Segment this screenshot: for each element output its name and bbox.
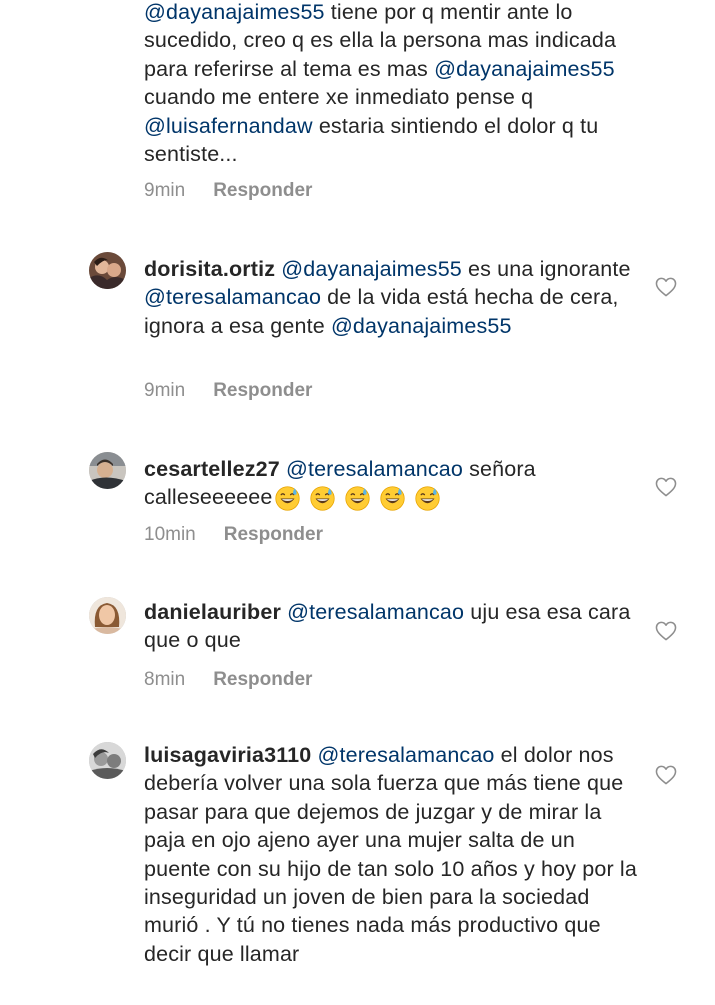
mention-link[interactable]: @dayanajaimes55 (144, 0, 325, 24)
comment-text-segment: es una ignorante (461, 257, 631, 281)
comment-meta: 9min Responder (144, 180, 312, 202)
comment-text: dorisita.ortiz @dayanajaimes55 es una ig… (144, 255, 644, 340)
comment-timestamp: 10min (144, 524, 196, 545)
mention-link[interactable]: @teresalamancao (286, 457, 463, 481)
reply-button[interactable]: Responder (213, 669, 312, 690)
comment-meta: 8min Responder (144, 669, 312, 691)
avatar-photo (89, 742, 126, 779)
like-button[interactable] (655, 765, 677, 785)
avatar-photo (89, 452, 126, 489)
mention-link[interactable]: @dayanajaimes55 (331, 314, 512, 338)
grinning-face-with-sweat-emoji (379, 486, 405, 512)
like-button[interactable] (655, 277, 677, 297)
heart-outline-icon (655, 621, 677, 641)
heart-outline-icon (655, 477, 677, 497)
comment-meta: 10min Responder (144, 524, 323, 546)
reply-button[interactable]: Responder (213, 180, 312, 201)
heart-outline-icon (655, 765, 677, 785)
avatar[interactable] (89, 742, 126, 779)
comment-text: @dayanajaimes55 tiene por q mentir ante … (144, 0, 644, 168)
reply-button[interactable]: Responder (213, 380, 312, 401)
grinning-face-with-sweat-emoji (344, 486, 370, 512)
comment-timestamp: 8min (144, 669, 186, 690)
comment-username[interactable]: luisagaviria3110 (144, 743, 311, 767)
comment-meta: 9min Responder (144, 380, 312, 402)
emoji-group (273, 486, 440, 514)
avatar-photo (89, 597, 126, 634)
comment-text: cesartellez27 @teresalamancao señora cal… (144, 455, 644, 515)
comment-text: danielauriber @teresalamancao uju esa es… (144, 598, 644, 655)
grinning-face-with-sweat-emoji (274, 486, 300, 512)
comment-username[interactable]: cesartellez27 (144, 457, 280, 481)
mention-link[interactable]: @teresalamancao (317, 743, 494, 767)
mention-link[interactable]: @luisafernandaw (144, 114, 313, 138)
avatar[interactable] (89, 597, 126, 634)
like-button[interactable] (655, 621, 677, 641)
grinning-face-with-sweat-emoji (414, 486, 440, 512)
like-button[interactable] (655, 477, 677, 497)
reply-button[interactable]: Responder (224, 524, 323, 545)
comment-username[interactable]: danielauriber (144, 600, 281, 624)
grinning-face-with-sweat-emoji (309, 486, 335, 512)
mention-link[interactable]: @dayanajaimes55 (434, 57, 615, 81)
comment-text-segment: el dolor nos debería volver una sola fue… (144, 743, 637, 966)
comment-timestamp: 9min (144, 180, 186, 201)
avatar[interactable] (89, 252, 126, 289)
heart-outline-icon (655, 277, 677, 297)
avatar[interactable] (89, 452, 126, 489)
comment-username[interactable]: dorisita.ortiz (144, 257, 275, 281)
comment-text: luisagaviria3110 @teresalamancao el dolo… (144, 741, 644, 968)
avatar-photo (89, 252, 126, 289)
comments-list: @dayanajaimes55 tiene por q mentir ante … (0, 0, 715, 990)
mention-link[interactable]: @teresalamancao (144, 285, 321, 309)
mention-link[interactable]: @dayanajaimes55 (281, 257, 462, 281)
mention-link[interactable]: @teresalamancao (287, 600, 464, 624)
comment-timestamp: 9min (144, 380, 186, 401)
bottom-edge (0, 990, 715, 1005)
